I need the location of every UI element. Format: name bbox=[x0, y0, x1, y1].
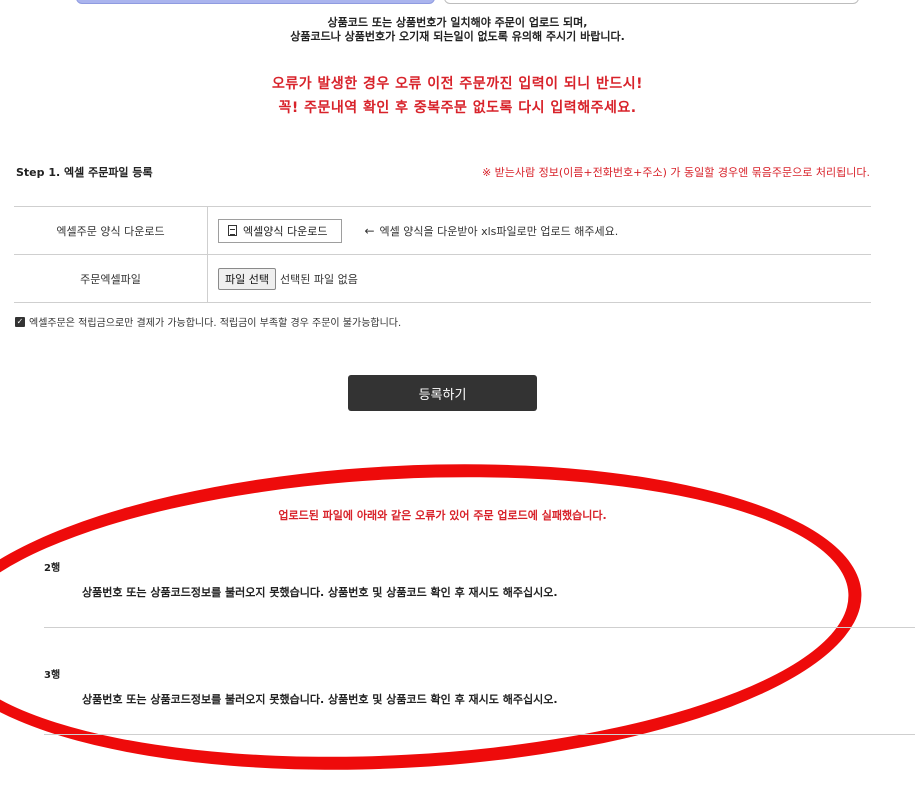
download-template-button[interactable]: 엑셀양식 다운로드 bbox=[218, 218, 343, 243]
error-row-number: 2행 bbox=[44, 563, 61, 574]
file-label: 주문엑셀파일 bbox=[14, 255, 208, 302]
error-row-message: 상품번호 또는 상품코드정보를 불러오지 못했습니다. 상품번호 및 상품코드 … bbox=[82, 693, 558, 706]
agreement-text: 엑셀주문은 적립금으로만 결제가 가능합니다. 적립금이 부족할 경우 주문이 … bbox=[29, 318, 402, 329]
upload-form-table: 엑셀주문 양식 다운로드 엑셀양식 다운로드 ← 엑셀 양식을 다운받아 xls… bbox=[14, 206, 871, 303]
download-row: 엑셀주문 양식 다운로드 엑셀양식 다운로드 ← 엑셀 양식을 다운받아 xls… bbox=[14, 207, 871, 255]
top-tab-active[interactable] bbox=[76, 0, 435, 4]
download-hint: 엑셀 양식을 다운받아 xls파일로만 업로드 해주세요. bbox=[379, 224, 619, 238]
file-status: 선택된 파일 없음 bbox=[279, 272, 358, 286]
error-row: 3행 상품번호 또는 상품코드정보를 불러오지 못했습니다. 상품번호 및 상품… bbox=[44, 663, 915, 735]
notice-line-2: 상품코드나 상품번호가 오기재 되는일이 없도록 유의해 주시기 바랍니다. bbox=[290, 30, 625, 43]
file-row: 주문엑셀파일 파일 선택 선택된 파일 없음 bbox=[14, 255, 871, 303]
error-row-message: 상품번호 또는 상품코드정보를 불러오지 못했습니다. 상품번호 및 상품코드 … bbox=[82, 586, 558, 599]
download-label: 엑셀주문 양식 다운로드 bbox=[14, 207, 208, 254]
error-header: 업로드된 파일에 아래와 같은 오류가 있어 주문 업로드에 실패했습니다. bbox=[278, 509, 607, 522]
error-row-number: 3행 bbox=[44, 670, 61, 681]
file-cell: 파일 선택 선택된 파일 없음 bbox=[208, 255, 871, 302]
step-note: ※ 받는사람 정보(이름+전화번호+주소) 가 동일할 경우엔 묶음주문으로 처… bbox=[481, 166, 870, 179]
error-row: 2행 상품번호 또는 상품코드정보를 불러오지 못했습니다. 상품번호 및 상품… bbox=[44, 556, 915, 628]
download-button-label: 엑셀양식 다운로드 bbox=[243, 224, 328, 238]
left-arrow-icon: ← bbox=[364, 223, 375, 238]
warning-line-1: 오류가 발생한 경우 오류 이전 주문까진 입력이 되니 반드시! bbox=[272, 76, 643, 92]
agreement-row: ✓ 엑셀주문은 적립금으로만 결제가 가능합니다. 적립금이 부족할 경우 주문… bbox=[15, 314, 401, 329]
warning-line-2: 꼭! 주문내역 확인 후 중복주문 없도록 다시 입력해주세요. bbox=[278, 100, 637, 116]
checkbox-checked-icon[interactable]: ✓ bbox=[15, 316, 25, 327]
top-tab[interactable] bbox=[444, 0, 859, 4]
download-cell: 엑셀양식 다운로드 ← 엑셀 양식을 다운받아 xls파일로만 업로드 해주세요… bbox=[208, 207, 871, 254]
register-button[interactable]: 등록하기 bbox=[348, 375, 537, 411]
document-icon bbox=[228, 225, 237, 236]
step-title: Step 1. 엑셀 주문파일 등록 bbox=[16, 166, 153, 179]
choose-file-button[interactable]: 파일 선택 bbox=[218, 267, 276, 290]
